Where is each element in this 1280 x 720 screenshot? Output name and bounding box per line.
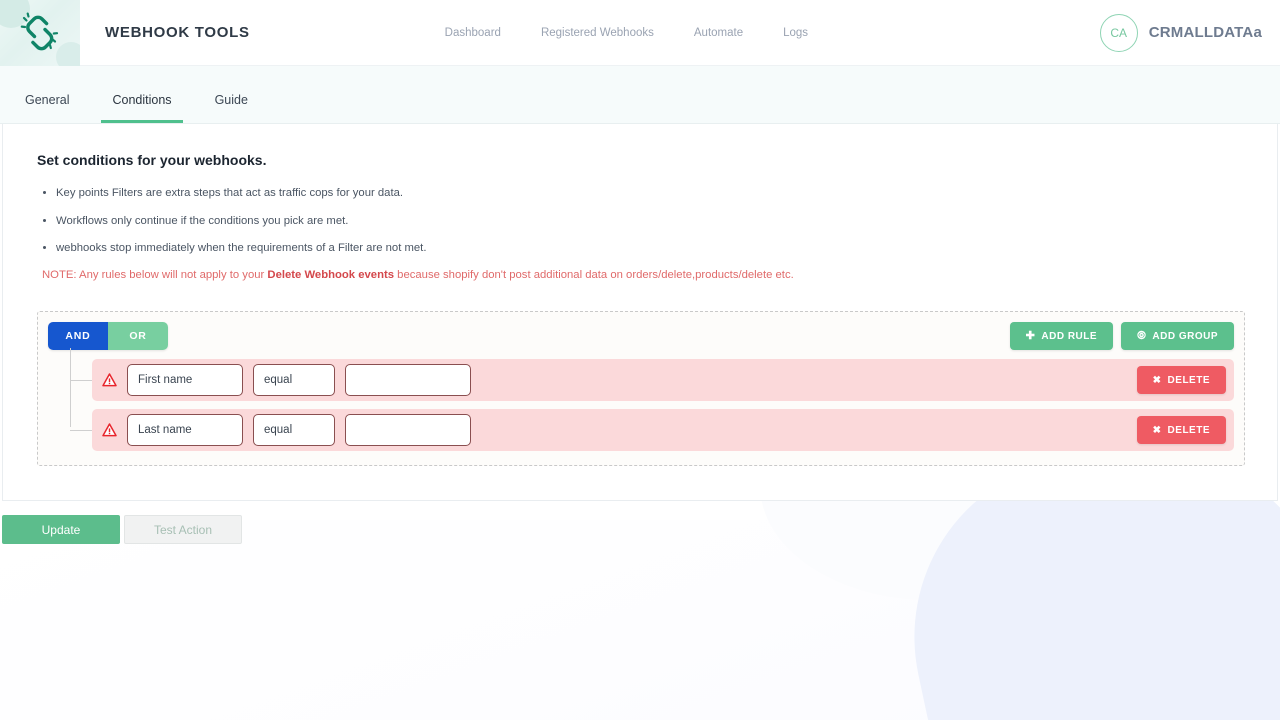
delete-webhook-note: NOTE: Any rules below will not apply to … — [42, 269, 1245, 281]
update-button[interactable]: Update — [2, 515, 120, 544]
condition-builder: AND OR ✚ ADD RULE ⦾ ADD GROUP First name… — [37, 311, 1245, 467]
logic-and-button[interactable]: AND — [48, 322, 108, 351]
add-rule-button[interactable]: ✚ ADD RULE — [1009, 322, 1114, 351]
rule-value-input[interactable] — [345, 414, 471, 447]
note-prefix: NOTE: Any rules below will not apply to … — [42, 269, 268, 282]
close-x-icon: ✖ — [1152, 374, 1162, 386]
nav-item-automate[interactable]: Automate — [694, 27, 743, 39]
add-group-button[interactable]: ⦾ ADD GROUP — [1121, 322, 1234, 351]
tab-bar: General Conditions Guide — [0, 66, 1280, 124]
nav-item-dashboard[interactable]: Dashboard — [445, 27, 501, 39]
plus-circle-icon: ⦾ — [1137, 329, 1147, 342]
page-title: Set conditions for your webhooks. — [37, 152, 267, 168]
chain-link-icon — [20, 12, 59, 50]
main-navigation: Dashboard Registered Webhooks Automate L… — [445, 27, 808, 39]
close-x-icon: ✖ — [1152, 424, 1162, 436]
note-bold: Delete Webhook events — [267, 269, 395, 282]
builder-header: AND OR ✚ ADD RULE ⦾ ADD GROUP — [48, 322, 1234, 351]
logic-toggle[interactable]: AND OR — [48, 322, 168, 351]
rules-list: ✖ DELETE — [70, 348, 1234, 452]
conditions-panel: Set conditions for your webhooks. Key po… — [2, 124, 1278, 501]
user-name: CRMALLDATAa — [1148, 24, 1262, 41]
test-action-button[interactable]: Test Action — [124, 515, 242, 544]
list-item: webhooks stop immediately when the requi… — [56, 241, 1245, 256]
rule-value-input[interactable] — [345, 364, 471, 397]
nav-item-registered-webhooks[interactable]: Registered Webhooks — [541, 27, 654, 39]
tab-conditions[interactable]: Conditions — [101, 93, 183, 123]
key-points-list: Key points Filters are extra steps that … — [39, 186, 1245, 256]
rule-operator-input[interactable] — [253, 414, 335, 447]
tab-guide[interactable]: Guide — [204, 93, 259, 123]
add-group-label: ADD GROUP — [1152, 330, 1218, 342]
app-root: WEBHOOK TOOLS Dashboard Registered Webho… — [0, 0, 1280, 720]
rule-attribute-input[interactable] — [127, 364, 243, 397]
nav-item-logs[interactable]: Logs — [783, 27, 808, 39]
note-suffix: because shopify don't post additional da… — [394, 269, 794, 282]
rule-attribute-input[interactable] — [127, 414, 243, 447]
brand-title: WEBHOOK TOOLS — [105, 24, 250, 41]
list-item: Key points Filters are extra steps that … — [56, 186, 1245, 201]
warning-triangle-icon — [102, 373, 117, 387]
logic-or-button[interactable]: OR — [108, 322, 168, 351]
delete-label: DELETE — [1167, 424, 1210, 436]
warning-triangle-icon — [102, 423, 117, 437]
delete-rule-button[interactable]: ✖ DELETE — [1136, 366, 1226, 395]
delete-rule-button[interactable]: ✖ DELETE — [1136, 416, 1226, 445]
rule-row: ✖ DELETE — [70, 359, 1234, 402]
delete-label: DELETE — [1167, 374, 1210, 386]
avatar[interactable]: CA — [1099, 13, 1138, 52]
builder-actions: ✚ ADD RULE ⦾ ADD GROUP — [1009, 322, 1234, 351]
rule-row: ✖ DELETE — [70, 409, 1234, 452]
rule-operator-input[interactable] — [253, 364, 335, 397]
footer-actions: Update Test Action — [2, 515, 1280, 544]
add-rule-label: ADD RULE — [1041, 330, 1098, 342]
user-menu[interactable]: CA CRMALLDATAa — [1099, 13, 1262, 52]
tab-general[interactable]: General — [14, 93, 80, 123]
logo[interactable] — [0, 0, 80, 66]
list-item: Workflows only continue if the condition… — [56, 214, 1245, 229]
app-header: WEBHOOK TOOLS Dashboard Registered Webho… — [0, 0, 1280, 66]
plus-icon: ✚ — [1025, 329, 1036, 342]
